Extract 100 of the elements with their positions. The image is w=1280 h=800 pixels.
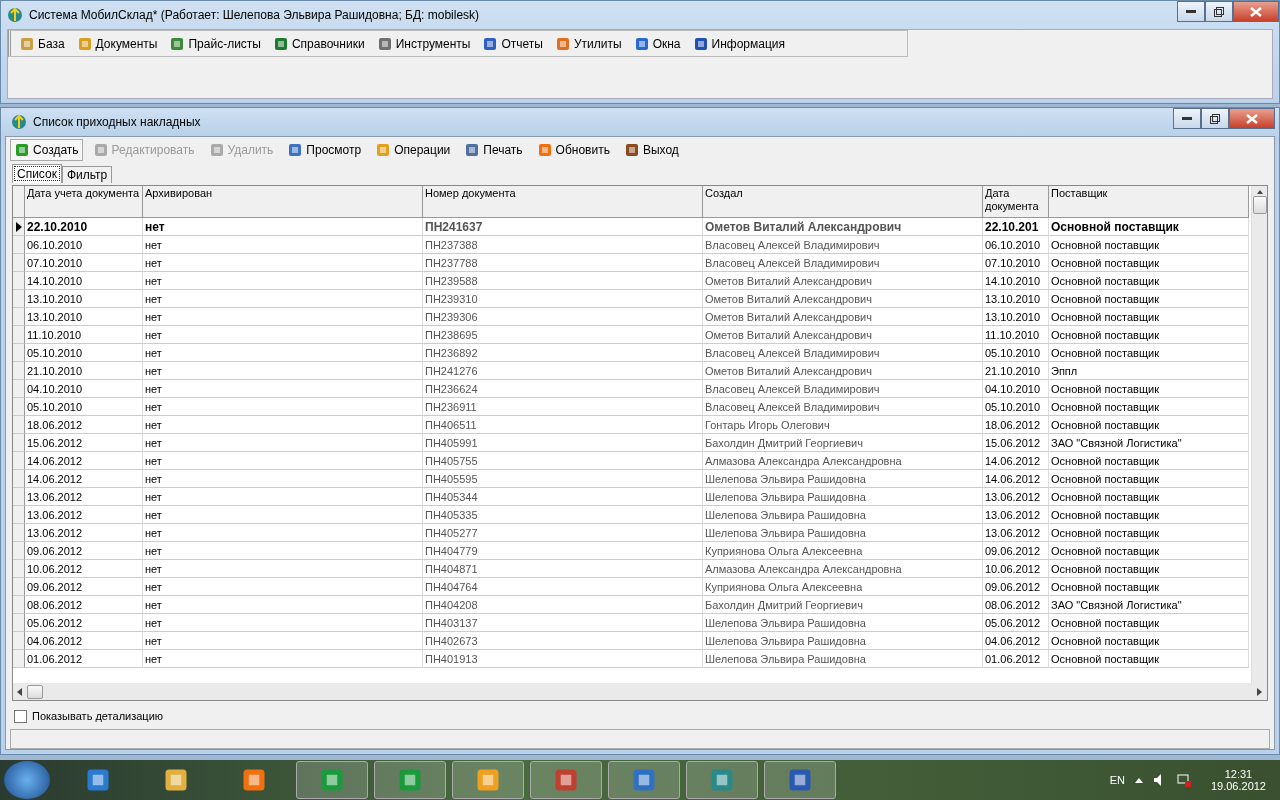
tab[interactable]: Список xyxy=(12,164,62,184)
close-button[interactable] xyxy=(1233,1,1279,22)
scroll-thumb[interactable] xyxy=(27,684,43,699)
table-cell: Эппл xyxy=(1049,362,1249,381)
column-header[interactable]: Создал xyxy=(703,186,983,219)
table-cell: 09.06.2012 xyxy=(25,542,143,561)
table-cell: нет xyxy=(143,596,423,615)
table-cell: ПН239306 xyxy=(423,308,703,327)
table-cell: 15.06.2012 xyxy=(983,434,1049,453)
menu-item[interactable]: Информация xyxy=(692,35,785,52)
table-cell: ПН405277 xyxy=(423,524,703,543)
table-cell: 14.06.2012 xyxy=(983,452,1049,471)
column-header[interactable]: Поставщик xyxy=(1049,186,1249,219)
taskbar-app-button[interactable] xyxy=(764,761,836,800)
menu-item[interactable]: База xyxy=(19,35,65,52)
column-header[interactable]: Дата документа xyxy=(983,186,1049,219)
minimize-icon xyxy=(1182,117,1192,121)
table-cell: 09.06.2012 xyxy=(25,578,143,597)
table-cell: 09.06.2012 xyxy=(983,542,1049,561)
table-cell: Шелепова Эльвира Рашидовна xyxy=(703,506,983,525)
table-cell: Шелепова Эльвира Рашидовна xyxy=(703,650,983,669)
language-indicator[interactable]: EN xyxy=(1109,774,1125,787)
toolbar-icon xyxy=(536,142,553,159)
table-cell: Бахолдин Дмитрий Георгиевич xyxy=(703,596,983,615)
table-cell: нет xyxy=(143,434,423,453)
table-cell: 05.06.2012 xyxy=(25,614,143,633)
toolbar-button[interactable]: Обновить xyxy=(532,139,614,162)
scroll-right-icon[interactable] xyxy=(1257,687,1263,696)
table-cell: Власовец Алексей Владимирович xyxy=(703,236,983,255)
toolbar-button[interactable]: Просмотр xyxy=(283,139,366,162)
menu-item[interactable]: Документы xyxy=(76,35,158,52)
close-button[interactable] xyxy=(1229,108,1275,130)
taskbar-app-button[interactable] xyxy=(452,761,524,800)
column-header[interactable]: Дата учета документа xyxy=(25,186,143,219)
toolbar-icon xyxy=(92,142,109,159)
taskbar-app-button[interactable] xyxy=(296,761,368,800)
table-cell: ПН237388 xyxy=(423,236,703,255)
start-button[interactable] xyxy=(4,761,50,800)
table-cell: 13.06.2012 xyxy=(25,506,143,525)
app-logo-icon xyxy=(11,114,27,131)
close-icon xyxy=(1246,113,1258,124)
toolbar-button[interactable]: Выход xyxy=(619,139,683,162)
tab[interactable]: Фильтр xyxy=(61,166,113,184)
table-cell: 21.10.2010 xyxy=(25,362,143,381)
menu-item[interactable]: Справочники xyxy=(272,35,365,52)
table-cell: Бахолдин Дмитрий Георгиевич xyxy=(703,434,983,453)
checkbox[interactable] xyxy=(14,709,27,723)
clock[interactable]: 12:31 19.06.2012 xyxy=(1200,768,1276,793)
table-cell: ПН241276 xyxy=(423,362,703,381)
network-icon[interactable] xyxy=(1176,773,1191,788)
toolbar-button[interactable]: Операции xyxy=(371,139,455,162)
minimize-button[interactable] xyxy=(1173,108,1201,130)
table-cell: нет xyxy=(143,272,423,291)
table-cell: ПН404779 xyxy=(423,542,703,561)
vertical-scrollbar[interactable] xyxy=(1251,186,1267,684)
taskbar-app-button[interactable] xyxy=(608,761,680,800)
toolbar-button[interactable]: Создать xyxy=(10,139,83,162)
column-header[interactable]: Архивирован xyxy=(143,186,423,219)
app-logo-icon xyxy=(7,7,23,23)
table-cell: ПН404871 xyxy=(423,560,703,579)
menu-icon xyxy=(169,35,186,52)
table-cell: 04.06.2012 xyxy=(25,632,143,651)
table-cell: Ометов Виталий Александрович xyxy=(703,290,983,309)
menu-item[interactable]: Окна xyxy=(633,35,681,52)
table-cell: 04.06.2012 xyxy=(983,632,1049,651)
table-cell: ПН405595 xyxy=(423,470,703,489)
table-cell: 05.10.2010 xyxy=(983,398,1049,417)
restore-button[interactable] xyxy=(1205,1,1233,22)
table-cell: Шелепова Эльвира Рашидовна xyxy=(703,488,983,507)
table-cell: ПН239310 xyxy=(423,290,703,309)
tray-arrow-icon[interactable] xyxy=(1134,777,1143,784)
checkbox-label: Показывать детализацию xyxy=(32,710,164,723)
minimize-button[interactable] xyxy=(1177,1,1205,22)
table-cell: нет xyxy=(143,218,423,237)
taskbar-app-button[interactable] xyxy=(374,761,446,800)
toolbar-button[interactable]: Печать xyxy=(460,139,527,162)
table-cell: 05.06.2012 xyxy=(983,614,1049,633)
horizontal-scrollbar[interactable] xyxy=(13,683,1267,701)
table-cell: 07.10.2010 xyxy=(983,254,1049,273)
row-indicator[interactable] xyxy=(13,218,25,237)
scroll-thumb[interactable] xyxy=(1252,196,1267,215)
menu-icon xyxy=(76,35,93,52)
table-cell: 10.06.2012 xyxy=(983,560,1049,579)
restore-button[interactable] xyxy=(1201,108,1229,130)
scroll-left-icon[interactable] xyxy=(17,687,23,696)
menu-item[interactable]: Утилиты xyxy=(554,35,622,52)
menu-item[interactable]: Инструменты xyxy=(376,35,471,52)
table-cell: 05.10.2010 xyxy=(983,344,1049,363)
menu-item[interactable]: Отчеты xyxy=(482,35,543,52)
table-cell: 09.06.2012 xyxy=(983,578,1049,597)
column-header[interactable]: Номер документа xyxy=(423,186,703,219)
table-cell: Основной поставщик xyxy=(1049,380,1249,399)
table-cell: 06.10.2010 xyxy=(25,236,143,255)
table-cell: нет xyxy=(143,614,423,633)
restore-icon xyxy=(1214,6,1224,17)
table-cell: нет xyxy=(143,344,423,363)
taskbar-app-button[interactable] xyxy=(686,761,758,800)
menu-item[interactable]: Прайс-листы xyxy=(169,35,261,52)
table-cell: нет xyxy=(143,362,423,381)
table-cell: Основной поставщик xyxy=(1049,326,1249,345)
